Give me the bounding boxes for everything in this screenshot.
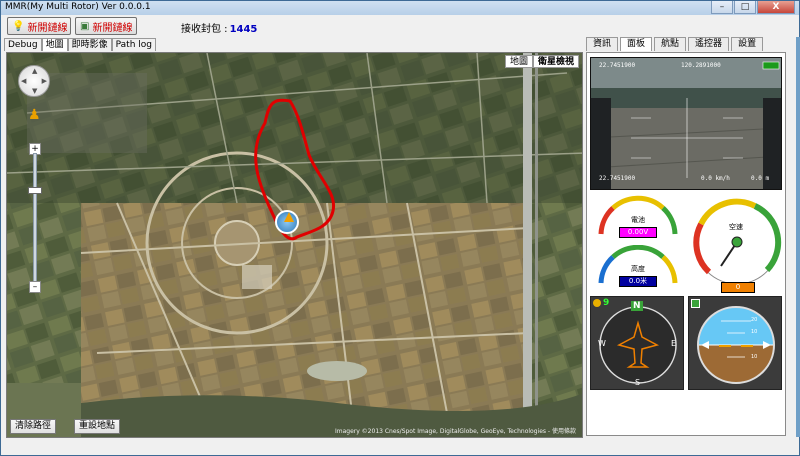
bulb-icon: 💡 [12, 20, 25, 32]
close-button[interactable]: X [757, 1, 795, 14]
zoom-out-button[interactable]: – [29, 281, 41, 293]
main-window: MMR(My Multi Rotor) Ver 0.0.0.1 – □ X 💡 … [0, 0, 800, 456]
battery-value: 0.00V [619, 227, 657, 238]
compass-west: W [598, 339, 606, 348]
video-frame [591, 58, 781, 189]
minimize-button[interactable]: – [711, 1, 733, 14]
tab-info[interactable]: 資訊 [586, 37, 619, 51]
tab-remote-control[interactable]: 遙控器 [688, 37, 730, 51]
osd-altitude: 0.0 m [751, 175, 770, 182]
tab-debug[interactable]: Debug [4, 38, 42, 51]
maximize-button[interactable]: □ [734, 1, 756, 14]
tab-waypoints[interactable]: 航點 [654, 37, 687, 51]
compass-indicator: 9 N E S W [590, 296, 684, 390]
zoom-slider[interactable]: + – [28, 143, 42, 293]
street-view-pegman-icon[interactable]: ♟ [28, 107, 41, 123]
attitude-settings-icon [691, 299, 700, 308]
pan-up-icon[interactable]: ▲ [32, 67, 37, 75]
airspeed-gauge: 空速 0 [691, 194, 783, 294]
osd-bottom-coordinate: 22.7451900 [599, 175, 636, 182]
airspeed-label: 空速 [729, 223, 743, 231]
horizon-scale-upper: 10 [751, 329, 758, 335]
received-packets-label: 接收封包 : [181, 24, 228, 35]
altitude-label: 高度 [631, 265, 645, 273]
compass-east: E [671, 339, 677, 348]
horizon-scale-lower: 10 [751, 354, 758, 360]
osd-latitude: 22.7451900 [599, 62, 636, 69]
satellite-count: 9 [603, 298, 610, 308]
osd-longitude: 120.2891000 [681, 62, 721, 69]
altitude-value: 0.0米 [619, 276, 657, 287]
airspeed-gauge-dial [693, 198, 782, 285]
horizon-dial [697, 306, 775, 384]
compass-south: S [635, 378, 641, 387]
drone-marker [275, 210, 299, 234]
tab-live-video[interactable]: 即時影像 [67, 38, 112, 51]
battery-label: 電池 [631, 216, 645, 224]
window-edge [796, 37, 800, 437]
map-navigation-control: ▲ ▼ ◀ ▶ ♟ + – [18, 65, 52, 325]
tab-panel[interactable]: 面板 [620, 37, 653, 51]
clear-path-button[interactable]: 清除路徑 [10, 419, 57, 434]
tab-map[interactable]: 地圖 [41, 38, 68, 51]
battery-gauge: 電池 0.00V [593, 194, 683, 244]
instrument-panel: 22.7451900 120.2891000 22.7451900 0.0 km… [586, 52, 786, 436]
left-tab-bar: Debug 地圖 即時影像 Path log [4, 38, 156, 52]
toolbar: 💡 新開鏈線 ▣ 新開鏈線 接收封包 :1445 [1, 15, 799, 37]
map-type-satellite[interactable]: 衛星檢視 [532, 55, 579, 68]
map-type-roadmap[interactable]: 地圖 [504, 55, 533, 68]
live-video-feed: 22.7451900 120.2891000 22.7451900 0.0 km… [590, 57, 782, 190]
window-controls: – □ X [711, 1, 795, 14]
map-type-switch: 地圖 衛星檢視 [504, 55, 579, 68]
horizon-scale-middle: 20 [751, 317, 758, 323]
toggle-connection-label: 新開鏈線 [92, 22, 133, 34]
window-title: MMR(My Multi Rotor) Ver 0.0.0.1 [5, 2, 151, 12]
satellite-icon [593, 299, 601, 307]
connect-button[interactable]: 💡 新開鏈線 [7, 17, 71, 35]
received-packets-count: 1445 [229, 24, 258, 35]
airspeed-value: 0 [721, 282, 755, 293]
compass-north: N [631, 301, 643, 311]
pan-right-icon[interactable]: ▶ [42, 77, 47, 85]
satellite-imagery [7, 53, 582, 437]
reset-map-button[interactable]: 重設地點 [74, 419, 121, 434]
map-copyright: Imagery ©2013 Cnes/Spot Image, DigitalGl… [334, 428, 576, 435]
pan-down-icon[interactable]: ▼ [32, 87, 37, 95]
pan-left-icon[interactable]: ◀ [21, 77, 26, 85]
title-bar[interactable]: MMR(My Multi Rotor) Ver 0.0.0.1 – □ X [1, 1, 799, 15]
altitude-gauge: 高度 0.0米 [593, 244, 683, 293]
zoom-rail[interactable] [33, 153, 37, 283]
zoom-thumb[interactable] [28, 187, 42, 194]
tab-settings[interactable]: 設置 [731, 37, 764, 51]
tab-path-log[interactable]: Path log [111, 38, 156, 51]
right-tab-bar: 資訊 面板 航點 遙控器 設置 [586, 37, 764, 52]
connection-icon: ▣ [80, 20, 90, 32]
satellite-map[interactable]: 地圖 衛星檢視 ▲ ▼ ◀ ▶ ♟ + – 清除路徑 重設地點 Imagery … [6, 52, 583, 438]
attitude-indicator: 10 20 10 [688, 296, 782, 390]
pan-control[interactable]: ▲ ▼ ◀ ▶ [18, 65, 50, 97]
osd-speed: 0.0 km/h [701, 175, 730, 182]
connect-button-label: 新開鏈線 [27, 22, 68, 34]
drone-heading-icon [284, 212, 294, 222]
received-packets: 接收封包 :1445 [181, 20, 257, 35]
toggle-connection-button[interactable]: ▣ 新開鏈線 [75, 17, 137, 35]
